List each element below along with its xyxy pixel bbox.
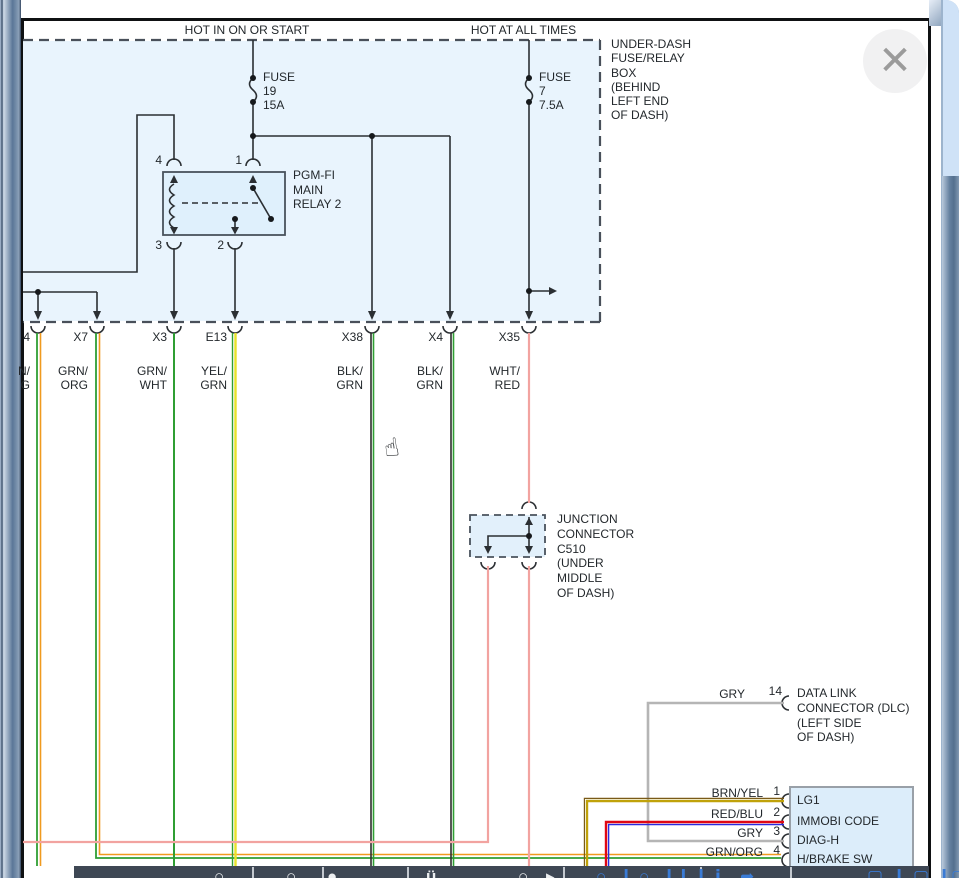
wire-color-x35: WHT/RED [482,364,520,392]
relay-pin-1: 1 [228,153,242,167]
immobi-row-label-3: DIAG-H [797,833,839,847]
immobi-wire-4: GRN/ORG [693,845,763,859]
junction-connector-label: JUNCTIONCONNECTOR C510(UNDER MIDDLEOF DA… [557,512,634,601]
taskbar-divider [790,867,792,878]
immobi-pin-2: 2 [766,805,780,819]
square-icon[interactable]: ▢ [913,868,929,878]
rail-label-hot-at-all-times: HOT AT ALL TIMES [466,23,581,37]
fuse7-number: 7 [539,84,546,98]
relay-pin-3: 3 [148,238,162,252]
immobi-wire-1: BRN/YEL [693,786,763,800]
fuse19-rating: 15A [263,98,284,112]
connector-id-x38: X38 [327,330,363,344]
taskbar-divider [322,867,324,878]
dot-icon[interactable]: ● [327,868,337,878]
relay-pin-4: 4 [148,153,162,167]
taskbar[interactable]: ○○●ü○▸○❙○❙❙❙ⅰ➦▢❙▢❙▢ [74,866,929,878]
connector-id-e13: E13 [191,330,227,344]
circle-icon[interactable]: ○ [214,868,224,878]
fuse7-name: FUSE [539,70,571,84]
dlc-wire-color: GRY [705,687,745,701]
bar-icon[interactable]: ❙ [937,868,951,878]
bar-icon[interactable]: ❙ [694,868,708,878]
fuse19-name: FUSE [263,70,295,84]
fuse19-number: 19 [263,84,276,98]
wire-color-x4: BLK/GRN [405,364,443,392]
connector-id-x35: X35 [484,330,520,344]
dlc-pin-number: 14 [762,684,782,698]
wire-color-e13: YEL/GRN [189,364,227,392]
immobi-pin-4: 4 [766,843,780,857]
colored-wires [23,333,784,866]
bar-icon[interactable]: ❙ [892,868,906,878]
circle-icon[interactable]: ○ [286,868,296,878]
connector-id-x3: X3 [131,330,167,344]
wire-color-x7: GRN/ORG [50,364,88,392]
text-icon[interactable]: ü [426,868,436,878]
arrow-icon[interactable]: ➦ [740,868,754,878]
help-icon[interactable]: ○ [518,868,528,878]
immobi-row-label-2: IMMOBI CODE [797,814,879,828]
immobi-row-label-4: H/BRAKE SW [797,852,872,866]
diagram-viewer-window: HOT IN ON OR START HOT AT ALL TIMES FUSE… [0,0,959,878]
play-icon[interactable]: ▸ [546,868,555,878]
close-icon: ✕ [878,41,912,81]
taskbar-divider [407,867,409,878]
relay-label: PGM-FIMAINRELAY 2 [293,168,341,212]
rail-label-hot-in-on-or-start: HOT IN ON OR START [182,23,312,37]
fuse7-rating: 7.5A [539,98,564,112]
bars-icon[interactable]: ❙❙ [662,868,691,878]
wire-color-0: N/G [12,364,30,392]
immobi-row-label-1: LG1 [797,793,820,807]
circle-icon[interactable]: ○ [596,868,606,878]
wiring-diagram-canvas [0,0,959,878]
connector-id-x4: X4 [407,330,443,344]
taskbar-divider [252,867,254,878]
info-icon[interactable]: ⅰ [715,868,721,878]
connector-id-x7: X7 [52,330,88,344]
dlc-label: DATA LINKCONNECTOR (DLC) (LEFT SIDEOF DA… [797,686,909,745]
wire-color-x38: BLK/GRN [325,364,363,392]
bar-icon[interactable]: ❙ [619,868,633,878]
square-icon[interactable]: ▢ [951,868,959,878]
circle-icon[interactable]: ○ [639,868,649,878]
square-icon[interactable]: ▢ [867,868,883,878]
immobi-wire-3: GRY [693,826,763,840]
relay-pin-2: 2 [210,238,224,252]
close-button[interactable]: ✕ [863,29,927,93]
under-dash-box-label: UNDER-DASHFUSE/RELAY BOX(BEHIND LEFT END… [611,37,691,123]
wire-color-x3: GRN/WHT [129,364,167,392]
immobi-pin-3: 3 [766,824,780,838]
immobi-wire-2: RED/BLU [693,807,763,821]
immobi-pin-1: 1 [766,784,780,798]
connector-id-4: 4 [14,330,30,344]
taskbar-divider [563,867,565,878]
